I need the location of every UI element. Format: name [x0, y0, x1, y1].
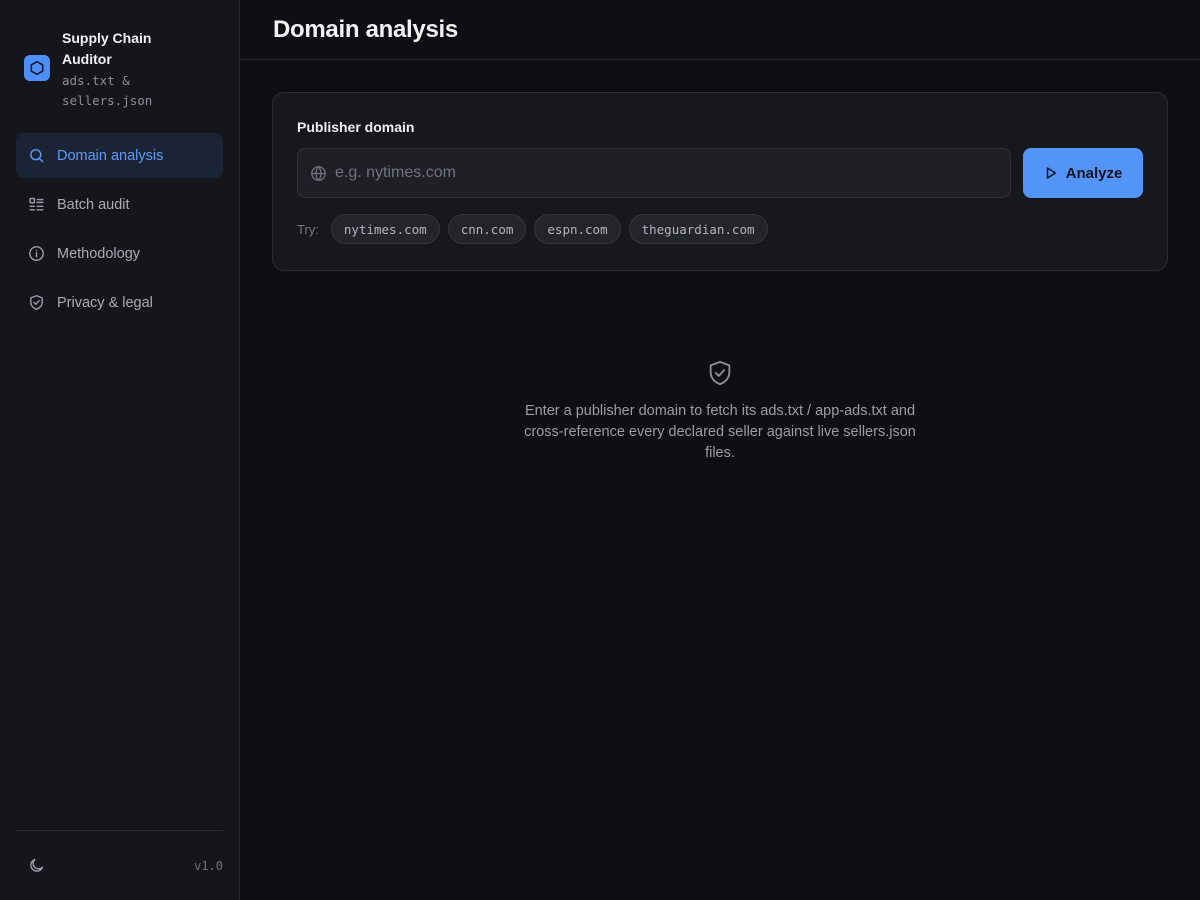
suggestion-chip[interactable]: cnn.com: [447, 214, 527, 244]
moon-icon[interactable]: [26, 856, 46, 876]
search-icon: [28, 147, 45, 164]
analyze-button[interactable]: Analyze: [1023, 148, 1143, 198]
version-label: v1.0: [194, 858, 223, 873]
field-label: Publisher domain: [297, 119, 415, 135]
topbar: Domain analysis: [240, 0, 1200, 60]
sidebar-item-label: Batch audit: [57, 196, 130, 213]
sidebar-item-methodology[interactable]: Methodology: [16, 231, 223, 276]
input-row: Analyze: [297, 148, 1143, 198]
page-title: Domain analysis: [273, 15, 458, 43]
empty-state: Enter a publisher domain to fetch its ad…: [272, 359, 1168, 464]
suggestion-chip[interactable]: espn.com: [534, 214, 621, 244]
sidebar-item-privacy-legal[interactable]: Privacy & legal: [16, 280, 223, 325]
sidebar-item-label: Methodology: [57, 245, 141, 262]
app-root: Supply Chain Auditor ads.txt & sellers.j…: [0, 0, 1200, 900]
sidebar-nav: Domain analysis Batch audit Methodology …: [16, 133, 223, 325]
list-icon: [28, 196, 45, 213]
shield-check-icon: [28, 294, 45, 311]
brand-title: Supply Chain Auditor: [62, 30, 152, 67]
sidebar-item-label: Privacy & legal: [57, 294, 153, 311]
analyze-button-label: Analyze: [1065, 164, 1123, 182]
play-icon: [1044, 166, 1058, 180]
info-icon: [28, 245, 45, 262]
main-area: Domain analysis Publisher domain e.g. ny…: [240, 0, 1200, 900]
brand: Supply Chain Auditor ads.txt & sellers.j…: [16, 0, 223, 133]
suggestion-chip[interactable]: nytimes.com: [330, 214, 440, 244]
domain-input-wrapper: [297, 148, 1011, 198]
sidebar-item-domain-analysis[interactable]: Domain analysis: [16, 133, 223, 178]
brand-subtitle: ads.txt & sellers.json: [62, 73, 153, 108]
suggestion-chip[interactable]: theguardian.com: [628, 214, 768, 244]
domain-input[interactable]: [335, 149, 1010, 197]
sidebar-item-label: Domain analysis: [57, 147, 164, 164]
empty-state-text: Enter a publisher domain to fetch its ad…: [524, 403, 916, 461]
shield-check-icon: [706, 359, 734, 387]
domain-form-card: Publisher domain Analyze: [272, 92, 1168, 271]
globe-icon: [310, 165, 327, 182]
suggestions-row: Try: nytimes.com cnn.com espn.com thegua…: [297, 214, 1143, 244]
hexagon-icon: [24, 55, 50, 81]
brand-text: Supply Chain Auditor ads.txt & sellers.j…: [62, 28, 172, 111]
try-label: Try:: [297, 221, 319, 237]
content: Publisher domain Analyze: [240, 60, 1200, 496]
sidebar-footer: v1.0: [16, 830, 223, 900]
sidebar: Supply Chain Auditor ads.txt & sellers.j…: [0, 0, 240, 900]
sidebar-item-batch-audit[interactable]: Batch audit: [16, 182, 223, 227]
